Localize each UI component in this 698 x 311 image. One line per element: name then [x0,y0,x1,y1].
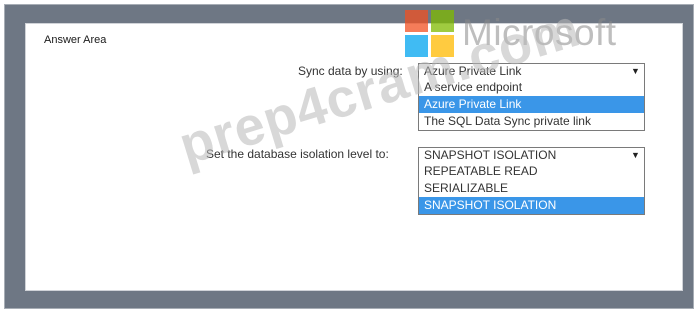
isolation-option-repeatable-read[interactable]: REPEATABLE READ [419,163,644,180]
logo-square-red [405,10,428,32]
isolation-option-snapshot[interactable]: SNAPSHOT ISOLATION [419,197,644,214]
dropdown-arrow-icon[interactable]: ▼ [627,148,644,163]
sync-method-option-sql-data-sync[interactable]: The SQL Data Sync private link [419,113,644,130]
isolation-level-selected-value: SNAPSHOT ISOLATION [424,148,557,162]
logo-square-green [431,10,454,32]
sync-method-option-private-link[interactable]: Azure Private Link [419,96,644,113]
isolation-option-serializable[interactable]: SERIALIZABLE [419,180,644,197]
isolation-level-options: REPEATABLE READ SERIALIZABLE SNAPSHOT IS… [418,163,645,215]
isolation-level-dropdown[interactable]: SNAPSHOT ISOLATION ▼ [418,147,645,164]
dropdown-arrow-icon[interactable]: ▼ [627,64,644,79]
answer-area-title: Answer Area [44,34,107,46]
